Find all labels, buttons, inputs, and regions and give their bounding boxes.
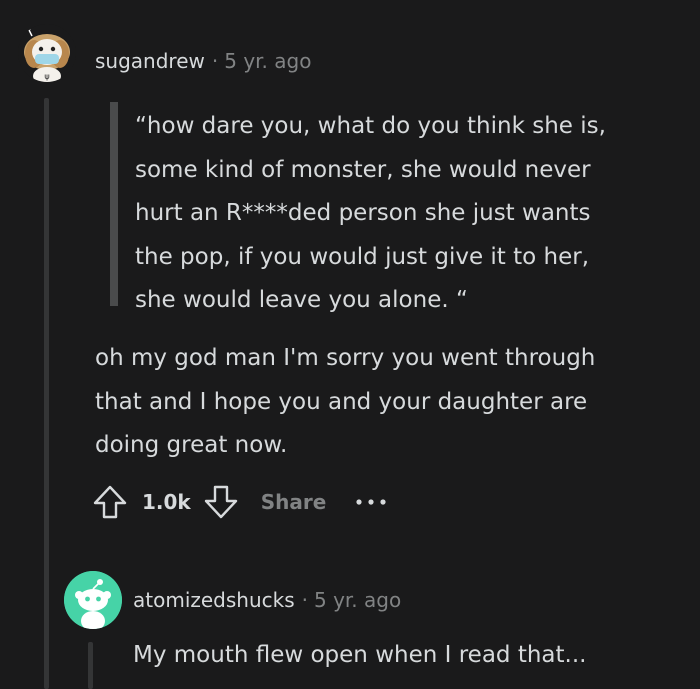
quote-text: “how dare you, what do you think she is,… [135, 105, 675, 323]
reply-username-link[interactable]: atomizedshucks [133, 588, 295, 612]
quote-line: hurt an R****ded person she just wants [135, 200, 591, 226]
vote-score: 1.0k [142, 490, 191, 514]
thread-collapse-line[interactable] [44, 98, 49, 689]
upvote-icon[interactable] [90, 482, 130, 522]
reply-meta: atomizedshucks · 5 yr. ago [133, 584, 401, 616]
meta-separator: · [211, 49, 219, 73]
downvote-icon[interactable] [201, 482, 241, 522]
comment-meta: sugandrew · 5 yr. ago [95, 45, 311, 77]
reply-collapse-line[interactable] [88, 642, 93, 689]
reply-user-avatar[interactable] [64, 571, 122, 629]
quote-line: she would leave you alone. “ [135, 287, 468, 313]
comment-body: oh my god man I'm sorry you went through… [95, 337, 685, 468]
reply-body: My mouth flew open when I read that... [133, 642, 587, 668]
more-options-icon[interactable] [354, 497, 388, 507]
quote-line: the pop, if you would just give it to he… [135, 243, 590, 270]
share-button[interactable]: Share [261, 490, 327, 514]
comment-thread: ψ sugandrew · 5 yr. ago “how dare you, wha… [0, 0, 700, 689]
username-link[interactable]: sugandrew [95, 49, 205, 73]
svg-text:ψ: ψ [44, 72, 49, 81]
quote-bar [110, 102, 118, 306]
body-line: oh my god man I'm sorry you went through [95, 345, 596, 371]
reply-age[interactable]: 5 yr. ago [314, 588, 401, 612]
snoo-avatar-icon [64, 571, 122, 629]
user-avatar[interactable]: ψ [18, 24, 76, 82]
body-line: doing great now. [95, 432, 288, 458]
snoo-avatar-icon: ψ [18, 24, 76, 82]
quote-line: some kind of monster, she would never [135, 156, 591, 183]
comment-age[interactable]: 5 yr. ago [224, 49, 311, 73]
body-line: that and I hope you and your daughter ar… [95, 388, 588, 415]
meta-separator: · [301, 588, 308, 612]
comment-actions: 1.0k Share [90, 480, 388, 524]
quote-line: “how dare you, what do you think she is, [135, 113, 606, 139]
